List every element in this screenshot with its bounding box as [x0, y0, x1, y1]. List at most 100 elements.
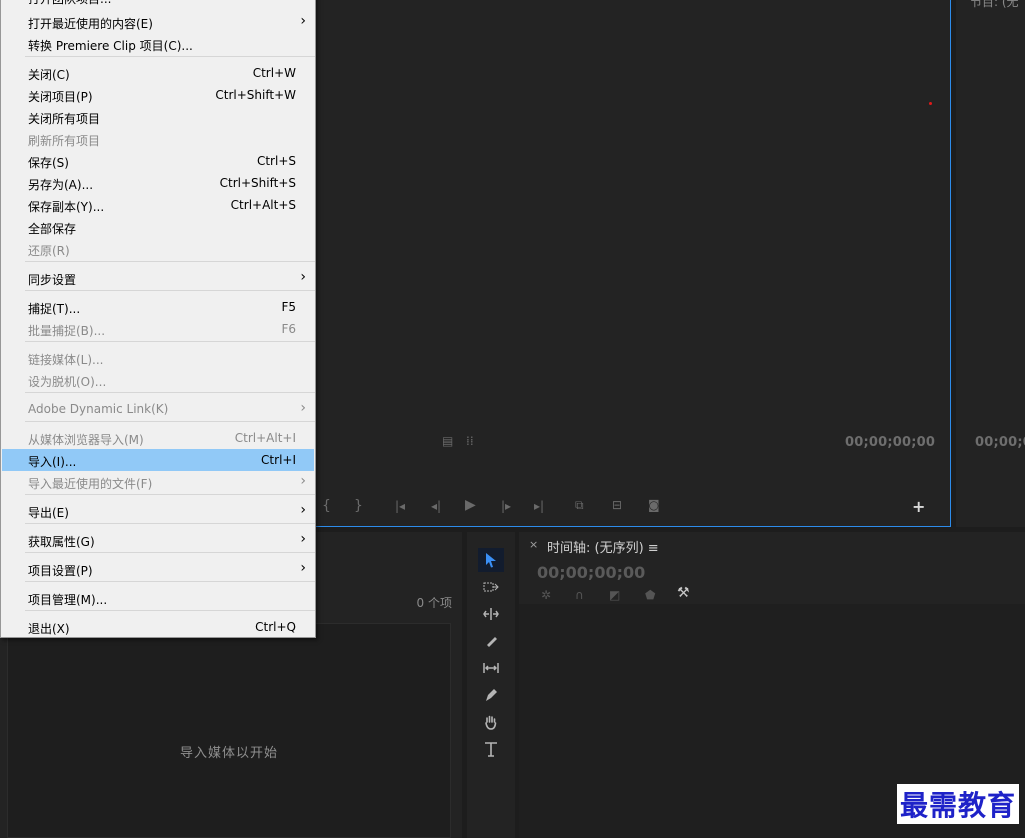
- menu-item-shortcut: Ctrl+Shift+W: [215, 88, 296, 102]
- menu-item-label: Adobe Dynamic Link(K): [28, 402, 169, 416]
- overwrite-icon[interactable]: ⊟: [612, 498, 622, 512]
- menu-item-label: 从媒体浏览器导入(M): [28, 433, 144, 447]
- menu-item[interactable]: 另存为(A)... Ctrl+Shift+S: [2, 172, 314, 194]
- type-icon: [485, 742, 497, 757]
- menu-item-label: 批量捕捉(B)...: [28, 324, 106, 338]
- menu-item-shortcut: Ctrl+I: [261, 453, 296, 467]
- insert-icon[interactable]: ⧉: [575, 498, 584, 512]
- menu-item[interactable]: 刷新所有项目: [2, 128, 314, 150]
- go-to-out-icon[interactable]: ▸|: [534, 499, 544, 513]
- menu-item[interactable]: 捕捉(T)... F5: [2, 296, 314, 318]
- step-back-icon[interactable]: ◂|: [431, 499, 441, 513]
- watermark: 最需教育: [896, 784, 1019, 824]
- type-tool[interactable]: [478, 737, 504, 761]
- menu-item-label: 保存副本(Y)...: [28, 200, 105, 214]
- menu-item[interactable]: 关闭(C) Ctrl+W: [2, 62, 314, 84]
- hand-tool[interactable]: [478, 710, 504, 734]
- menu-item[interactable]: 导出(E) ›: [2, 500, 314, 522]
- menu-separator: [25, 290, 315, 291]
- menu-item-label: 关闭项目(P): [28, 90, 93, 104]
- menu-item[interactable]: 项目设置(P) ›: [2, 558, 314, 580]
- timeline-timecode[interactable]: 00;00;00;00: [537, 563, 645, 582]
- razor-icon: [487, 637, 497, 647]
- menu-item-shortcut: Ctrl+Alt+S: [230, 198, 296, 212]
- go-to-in-icon[interactable]: |◂: [395, 499, 405, 513]
- slip-icon: [483, 663, 499, 673]
- menu-item-label: 导入最近使用的文件(F): [28, 477, 153, 491]
- project-item-count: 0 个项: [416, 596, 452, 610]
- submenu-arrow-icon: ›: [300, 400, 306, 416]
- nest-icon[interactable]: ✲: [541, 588, 551, 602]
- track-select-tool[interactable]: [478, 575, 504, 599]
- program-monitor-title[interactable]: 节目: (无: [970, 0, 1019, 10]
- menu-item[interactable]: 从媒体浏览器导入(M) Ctrl+Alt+I: [2, 427, 314, 449]
- menu-item[interactable]: 还原(R): [2, 238, 314, 260]
- menu-item-label: 打开最近使用的内容(E): [28, 17, 153, 31]
- linked-selection-icon[interactable]: ◩: [609, 588, 620, 602]
- marker-dot: [929, 102, 932, 105]
- add-button-icon[interactable]: +: [912, 499, 925, 515]
- timeline-title[interactable]: 时间轴: (无序列) ≡: [547, 537, 659, 556]
- menu-item[interactable]: 关闭所有项目: [2, 106, 314, 128]
- mark-in-icon[interactable]: {: [322, 499, 331, 513]
- play-icon[interactable]: ▶: [465, 498, 476, 512]
- ripple-edit-tool[interactable]: [478, 602, 504, 626]
- project-media-area[interactable]: 导入媒体以开始: [7, 623, 451, 838]
- menu-item-shortcut: F5: [281, 300, 296, 314]
- selection-tool[interactable]: [478, 548, 504, 572]
- add-marker-icon[interactable]: ⬟: [645, 588, 655, 602]
- menu-item-label: 另存为(A)...: [28, 178, 94, 192]
- menu-item-label: 保存(S): [28, 156, 69, 170]
- menu-item[interactable]: 导入(I)... Ctrl+I: [2, 449, 314, 471]
- timeline-close-icon[interactable]: ×: [529, 538, 538, 551]
- program-timecode[interactable]: 00;00;0: [975, 435, 1025, 450]
- submenu-arrow-icon: ›: [300, 473, 306, 489]
- menu-item-label: 获取属性(G): [28, 535, 95, 549]
- slip-tool[interactable]: [478, 656, 504, 680]
- drag-audio-icon[interactable]: ⁞⁞: [466, 434, 474, 448]
- ripple-edit-icon: [483, 608, 499, 620]
- menu-item[interactable]: 退出(X) Ctrl+Q: [2, 616, 314, 638]
- menu-item[interactable]: 链接媒体(L)...: [2, 347, 314, 369]
- menu-item[interactable]: Adobe Dynamic Link(K) ›: [2, 398, 314, 420]
- menu-item-label: 关闭所有项目: [28, 112, 101, 126]
- wrench-icon[interactable]: ⚒: [677, 585, 690, 601]
- menu-item[interactable]: 项目管理(M)...: [2, 587, 314, 609]
- menu-item[interactable]: 获取属性(G) ›: [2, 529, 314, 551]
- menu-item[interactable]: 批量捕捉(B)... F6: [2, 318, 314, 340]
- menu-item[interactable]: 保存副本(Y)... Ctrl+Alt+S: [2, 194, 314, 216]
- drag-video-icon[interactable]: ▤: [442, 434, 453, 448]
- tools-panel: [467, 532, 515, 838]
- menu-separator: [25, 523, 315, 524]
- snap-magnet-icon[interactable]: ∩: [575, 588, 584, 602]
- selection-arrow-icon: [486, 553, 496, 568]
- menu-item[interactable]: 打开团队项目...: [2, 0, 314, 8]
- menu-item[interactable]: 设为脱机(O)...: [2, 369, 314, 391]
- razor-tool[interactable]: [478, 629, 504, 653]
- step-forward-icon[interactable]: |▸: [501, 499, 511, 513]
- menu-item[interactable]: 转换 Premiere Clip 项目(C)...: [2, 33, 314, 55]
- mark-out-icon[interactable]: }: [354, 499, 363, 513]
- import-media-hint: 导入媒体以开始: [179, 746, 278, 761]
- menu-item[interactable]: 同步设置 ›: [2, 267, 314, 289]
- menu-item[interactable]: 导入最近使用的文件(F) ›: [2, 471, 314, 493]
- menu-item[interactable]: 全部保存: [2, 216, 314, 238]
- menu-separator: [25, 261, 315, 262]
- menu-item[interactable]: 保存(S) Ctrl+S: [2, 150, 314, 172]
- pen-tool[interactable]: [478, 683, 504, 707]
- menu-item[interactable]: 关闭项目(P) Ctrl+Shift+W: [2, 84, 314, 106]
- menu-separator: [25, 341, 315, 342]
- menu-separator: [25, 392, 315, 393]
- source-timecode[interactable]: 00;00;00;00: [845, 435, 935, 450]
- menu-item[interactable]: 打开最近使用的内容(E) ›: [2, 11, 314, 33]
- menu-item-label: 导入(I)...: [28, 455, 77, 469]
- menu-separator: [25, 552, 315, 553]
- menu-item-label: 退出(X): [28, 622, 70, 636]
- export-frame-icon[interactable]: ◙: [648, 498, 660, 512]
- menu-item-label: 捕捉(T)...: [28, 302, 81, 316]
- menu-separator: [25, 56, 315, 57]
- pen-icon: [486, 689, 497, 701]
- menu-item-shortcut: Ctrl+W: [252, 66, 296, 80]
- menu-item-shortcut: F6: [281, 322, 296, 336]
- menu-item-label: 项目设置(P): [28, 564, 93, 578]
